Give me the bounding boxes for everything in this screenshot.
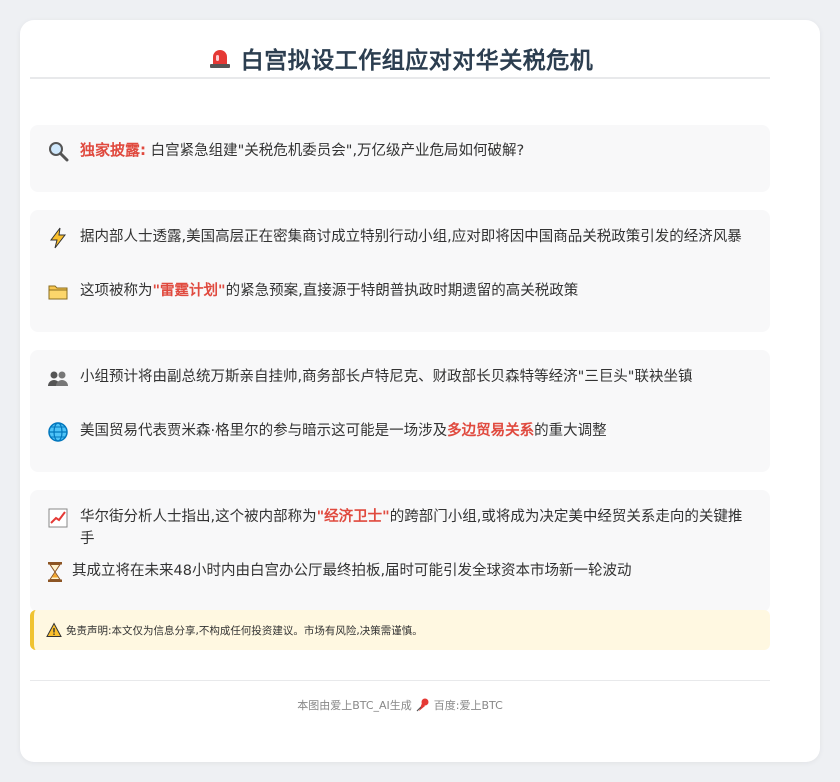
footer-credit: 本图由爱上BTC_AI生成 bbox=[297, 699, 412, 712]
list-item: 独家披露: 白宫紧急组建"关税危机委员会",万亿级产业危局如何破解? bbox=[46, 139, 750, 163]
section-exclusive: 独家披露: 白宫紧急组建"关税危机委员会",万亿级产业危局如何破解? bbox=[30, 125, 770, 192]
disclaimer-text: 免责声明:本文仅为信息分享,不构成任何投资建议。市场有风险,决策需谨慎。 bbox=[66, 624, 423, 637]
exclusive-text: 白宫紧急组建"关税危机委员会",万亿级产业危局如何破解? bbox=[150, 143, 525, 159]
globe-icon bbox=[46, 420, 70, 444]
leadership-text-1: 小组预计将由副总统万斯亲自挂帅,商务部长卢特尼克、财政部长贝森特等经济"三巨头"… bbox=[80, 369, 693, 385]
chart-up-icon bbox=[46, 506, 70, 530]
disclaimer-banner: 免责声明:本文仅为信息分享,不构成任何投资建议。市场有风险,决策需谨慎。 bbox=[30, 610, 770, 650]
list-item: 美国贸易代表贾米森·格里尔的参与暗示这可能是一场涉及多边贸易关系的重大调整 bbox=[46, 420, 750, 444]
siren-icon bbox=[207, 45, 233, 71]
thunder-plan-highlight: "雷霆计划" bbox=[152, 283, 226, 299]
title-divider bbox=[30, 77, 770, 79]
economic-guardian-highlight: "经济卫士" bbox=[316, 509, 390, 525]
folder-icon bbox=[46, 280, 70, 304]
title-row: 白宫拟设工作组应对对华关税危机 bbox=[30, 40, 770, 76]
pushpin-icon bbox=[415, 697, 431, 713]
exclusive-label: 独家披露: bbox=[80, 141, 146, 159]
magnifier-icon bbox=[46, 139, 70, 163]
list-item: 小组预计将由副总统万斯亲自挂帅,商务部长卢特尼克、财政部长贝森特等经济"三巨头"… bbox=[46, 366, 750, 390]
section-analysis: 华尔街分析人士指出,这个被内部称为"经济卫士"的跨部门小组,或将成为决定美中经贸… bbox=[30, 490, 770, 612]
insider-text-1: 据内部人士透露,美国高层正在密集商讨成立特别行动小组,应对即将因中国商品关税政策… bbox=[80, 229, 742, 245]
warning-icon bbox=[46, 622, 62, 638]
list-item: 华尔街分析人士指出,这个被内部称为"经济卫士"的跨部门小组,或将成为决定美中经贸… bbox=[46, 506, 750, 550]
section-leadership: 小组预计将由副总统万斯亲自挂帅,商务部长卢特尼克、财政部长贝森特等经济"三巨头"… bbox=[30, 350, 770, 472]
insider-text-2-pre: 这项被称为 bbox=[80, 283, 153, 299]
list-item: 这项被称为"雷霆计划"的紧急预案,直接源于特朗普执政时期遗留的高关税政策 bbox=[46, 280, 750, 304]
leadership-text-2-pre: 美国贸易代表贾米森·格里尔的参与暗示这可能是一场涉及 bbox=[80, 423, 448, 439]
footer: 本图由爱上BTC_AI生成 百度:爱上BTC bbox=[30, 695, 770, 715]
people-icon bbox=[46, 366, 70, 390]
analysis-text-1-pre: 华尔街分析人士指出,这个被内部称为 bbox=[80, 509, 317, 525]
multilateral-trade-highlight: 多边贸易关系 bbox=[447, 423, 535, 439]
footer-source: 百度:爱上BTC bbox=[433, 699, 503, 712]
lightning-icon bbox=[46, 226, 70, 250]
insider-text-2-post: 的紧急预案,直接源于特朗普执政时期遗留的高关税政策 bbox=[225, 283, 579, 299]
section-insider: 据内部人士透露,美国高层正在密集商讨成立特别行动小组,应对即将因中国商品关税政策… bbox=[30, 210, 770, 332]
hourglass-icon bbox=[46, 560, 64, 584]
footer-divider bbox=[30, 680, 770, 681]
page-title: 白宫拟设工作组应对对华关税危机 bbox=[240, 48, 594, 74]
leadership-text-2-post: 的重大调整 bbox=[534, 423, 607, 439]
list-item: 据内部人士透露,美国高层正在密集商讨成立特别行动小组,应对即将因中国商品关税政策… bbox=[46, 226, 750, 250]
list-item: 其成立将在未来48小时内由白宫办公厅最终拍板,届时可能引发全球资本市场新一轮波动 bbox=[46, 560, 750, 584]
analysis-text-2: 其成立将在未来48小时内由白宫办公厅最终拍板,届时可能引发全球资本市场新一轮波动 bbox=[72, 563, 632, 579]
